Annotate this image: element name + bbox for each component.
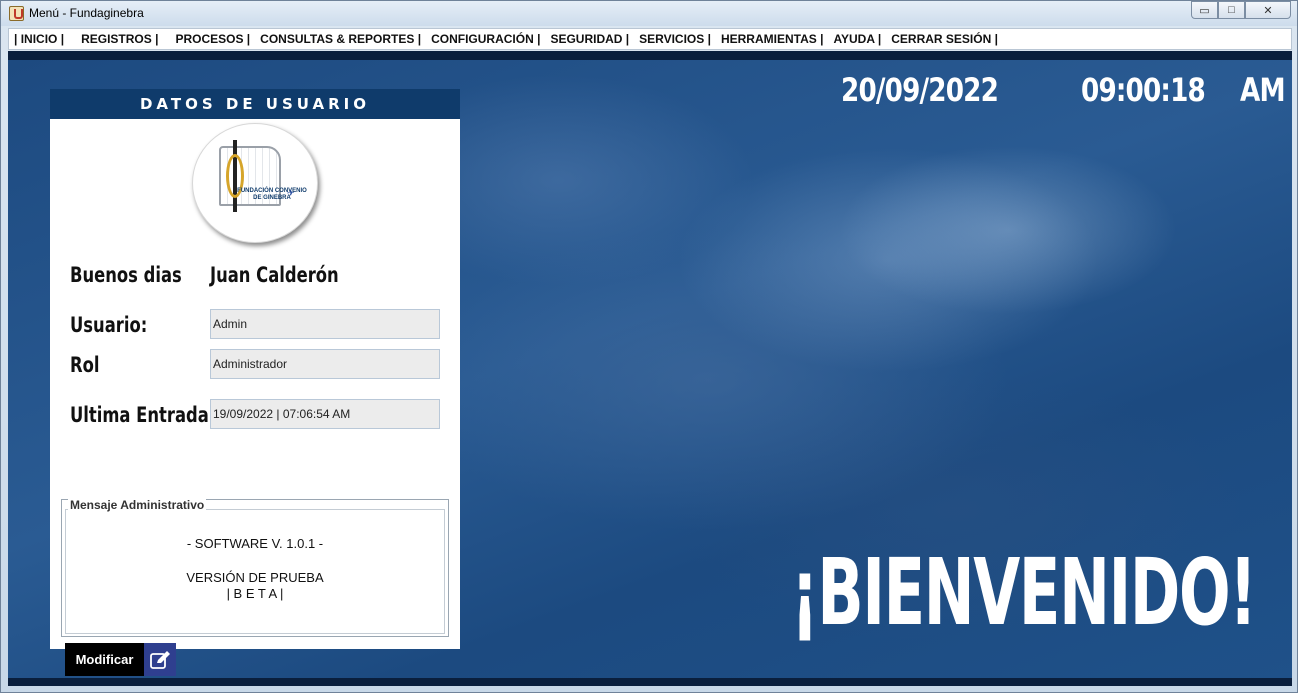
menu-ayuda[interactable]: AYUDA | <box>828 32 886 46</box>
top-strip <box>8 51 1292 60</box>
message-line-1: - SOFTWARE V. 1.0.1 - <box>186 536 324 551</box>
admin-message-area: - SOFTWARE V. 1.0.1 - VERSIÓN DE PRUEBA … <box>65 509 445 634</box>
menu-cerrar-sesion[interactable]: CERRAR SESIÓN | <box>886 32 1003 46</box>
logo-text: FUNDACIÓN CONVENIO DE GINEBRA <box>237 188 307 201</box>
message-line-3: | B E T A | <box>226 586 284 601</box>
clock-time: 09:00:18 <box>1081 71 1206 109</box>
welcome-text: ¡BIENVENIDO! <box>791 539 1257 646</box>
maximize-icon: □ <box>1228 4 1235 16</box>
rol-field[interactable]: Administrador <box>210 349 440 379</box>
usuario-field[interactable]: Admin <box>210 309 440 339</box>
menu-bar: | INICIO | REGISTROS | PROCESOS | CONSUL… <box>8 28 1292 50</box>
window-title: Menú - Fundaginebra <box>29 6 144 20</box>
message-legend: Mensaje Administrativo <box>68 498 207 512</box>
menu-servicios[interactable]: SERVICIOS | <box>634 32 716 46</box>
close-icon: ✕ <box>1263 4 1273 17</box>
foundation-logo: FUNDACIÓN CONVENIO DE GINEBRA ✈ <box>192 123 318 243</box>
clock-period: AM <box>1240 71 1286 109</box>
main-content: 20/09/2022 09:00:18 AM ¡BIENVENIDO! DATO… <box>8 51 1292 686</box>
menu-procesos[interactable]: PROCESOS | <box>163 32 255 46</box>
minimize-icon: ▭ <box>1199 4 1210 17</box>
close-button[interactable]: ✕ <box>1245 1 1291 19</box>
java-cup-icon <box>9 6 24 21</box>
panel-header: DATOS DE USUARIO <box>50 89 460 119</box>
maximize-button[interactable]: □ <box>1218 1 1245 19</box>
menu-seguridad[interactable]: SEGURIDAD | <box>545 32 634 46</box>
bottom-strip <box>8 678 1292 686</box>
menu-consultas-reportes[interactable]: CONSULTAS & REPORTES | <box>255 32 426 46</box>
admin-message-box: - SOFTWARE V. 1.0.1 - VERSIÓN DE PRUEBA … <box>61 498 449 637</box>
ultima-entrada-label: Ultima Entrada: <box>70 403 216 427</box>
clock-date: 20/09/2022 <box>841 71 999 109</box>
window-controls: ▭ □ ✕ <box>1191 1 1291 19</box>
menu-configuracion[interactable]: CONFIGURACIÓN | <box>426 32 545 46</box>
edit-icon <box>144 643 176 676</box>
usuario-label: Usuario: <box>70 313 148 337</box>
rol-label: Rol <box>70 353 100 377</box>
title-bar[interactable]: Menú - Fundaginebra ▭ □ ✕ <box>1 1 1297 26</box>
menu-herramientas[interactable]: HERRAMIENTAS | <box>716 32 828 46</box>
minimize-button[interactable]: ▭ <box>1191 1 1218 19</box>
greeting-label: Buenos dias <box>70 263 182 287</box>
application-window: Menú - Fundaginebra ▭ □ ✕ | INICIO | REG… <box>0 0 1298 693</box>
modify-button-label: Modificar <box>65 643 144 676</box>
modify-button[interactable]: Modificar <box>65 643 176 676</box>
menu-inicio[interactable]: | INICIO | <box>9 32 69 46</box>
user-data-panel: DATOS DE USUARIO FUNDACIÓN CONVENIO DE G… <box>50 89 460 676</box>
ultima-entrada-field[interactable]: 19/09/2022 | 07:06:54 AM <box>210 399 440 429</box>
bird-icon: ✈ <box>287 188 295 198</box>
message-line-2: VERSIÓN DE PRUEBA <box>186 570 324 585</box>
user-name: Juan Calderón <box>210 263 339 287</box>
menu-registros[interactable]: REGISTROS | <box>69 32 163 46</box>
